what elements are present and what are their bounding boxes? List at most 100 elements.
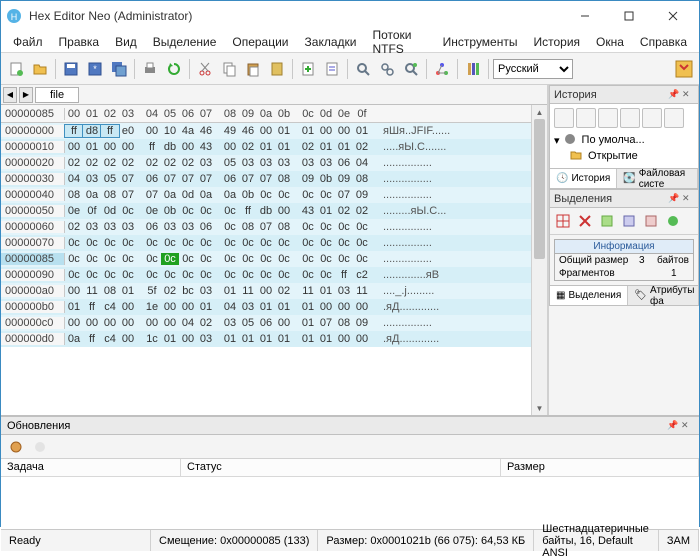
ascii-cell[interactable]: .яД............. xyxy=(383,301,439,313)
hex-byte[interactable]: bc xyxy=(179,285,197,297)
paste-button[interactable] xyxy=(242,58,264,80)
hex-byte[interactable]: 01 xyxy=(257,141,275,153)
hex-byte[interactable]: 06 xyxy=(143,221,161,233)
hex-byte[interactable]: 49 xyxy=(221,125,239,137)
goto-button[interactable] xyxy=(431,58,453,80)
hex-byte[interactable]: 02 xyxy=(179,157,197,169)
hex-byte[interactable]: 0c xyxy=(257,269,275,281)
hex-row[interactable]: 0000001000010000ffdb00430002010102010102… xyxy=(1,139,531,155)
hex-byte[interactable]: 0c xyxy=(83,269,101,281)
hex-byte[interactable]: 0c xyxy=(239,269,257,281)
hex-byte[interactable]: 09 xyxy=(299,173,317,185)
hex-byte[interactable]: 08 xyxy=(275,173,293,185)
hex-byte[interactable]: 0c xyxy=(101,237,119,249)
hex-byte[interactable]: 07 xyxy=(257,173,275,185)
hex-byte[interactable]: 02 xyxy=(119,157,137,169)
hex-byte[interactable]: 03 xyxy=(257,157,275,169)
menu-tools[interactable]: Инструменты xyxy=(435,33,526,51)
hex-byte[interactable]: 03 xyxy=(239,301,257,313)
hex-byte[interactable]: 00 xyxy=(257,125,275,137)
col-size[interactable]: Размер xyxy=(501,459,699,476)
hex-byte[interactable]: 02 xyxy=(239,141,257,153)
minimize-button[interactable] xyxy=(563,2,607,30)
hex-byte[interactable]: 01 xyxy=(299,125,317,137)
hex-byte[interactable]: 09 xyxy=(353,189,371,201)
hex-byte[interactable]: 00 xyxy=(101,317,119,329)
hex-byte[interactable]: 0c xyxy=(179,253,197,265)
history-node-default[interactable]: ▾ По умолча... xyxy=(554,132,694,148)
hex-byte[interactable]: 03 xyxy=(119,221,137,233)
hex-byte[interactable]: 06 xyxy=(143,173,161,185)
hex-byte[interactable]: 0c xyxy=(119,253,137,265)
hex-byte[interactable]: 03 xyxy=(335,285,353,297)
hex-byte[interactable]: 01 xyxy=(197,301,215,313)
hex-byte[interactable]: 02 xyxy=(353,141,371,153)
tab-file[interactable]: file xyxy=(35,87,79,103)
ascii-cell[interactable]: ................ xyxy=(383,189,432,201)
sel-tool-4[interactable] xyxy=(619,211,639,231)
hex-byte[interactable]: 11 xyxy=(353,285,371,297)
ascii-cell[interactable]: ................ xyxy=(383,253,432,265)
vertical-scrollbar[interactable]: ▲ ▼ xyxy=(531,105,547,415)
hex-byte[interactable]: 07 xyxy=(197,173,215,185)
hex-byte[interactable]: 0c xyxy=(197,253,215,265)
hex-byte[interactable]: 02 xyxy=(197,317,215,329)
hex-byte[interactable]: 00 xyxy=(65,285,83,297)
hex-byte[interactable]: 01 xyxy=(65,301,83,313)
tab-prev-button[interactable]: ◀ xyxy=(3,87,17,103)
hex-byte[interactable]: 0c xyxy=(119,205,137,217)
hex-byte[interactable]: 0c xyxy=(257,237,275,249)
hex-byte[interactable]: 03 xyxy=(83,221,101,233)
hex-byte[interactable]: 00 xyxy=(317,301,335,313)
hex-byte[interactable]: 03 xyxy=(83,173,101,185)
about-button[interactable] xyxy=(673,58,695,80)
menu-view[interactable]: Вид xyxy=(107,33,145,51)
history-tool-5[interactable] xyxy=(642,108,662,128)
hex-byte[interactable]: 01 xyxy=(317,285,335,297)
sel-grid-icon[interactable] xyxy=(553,211,573,231)
hex-byte[interactable]: 0c xyxy=(317,237,335,249)
hex-byte[interactable]: db xyxy=(161,141,179,153)
hex-byte[interactable]: 0c xyxy=(275,237,293,249)
hex-row[interactable]: 0000002002020202020202030503030303030604… xyxy=(1,155,531,171)
hex-byte[interactable]: 00 xyxy=(119,141,137,153)
hex-byte[interactable]: ff xyxy=(65,125,83,137)
hex-byte[interactable]: 00 xyxy=(143,317,161,329)
hex-byte[interactable]: 08 xyxy=(239,221,257,233)
hex-byte[interactable]: 00 xyxy=(161,301,179,313)
ascii-cell[interactable]: .........яЫ.C... xyxy=(383,205,446,217)
updates-refresh-button[interactable] xyxy=(5,436,27,458)
save-all-button[interactable] xyxy=(108,58,130,80)
hex-byte[interactable]: 01 xyxy=(257,301,275,313)
copy-button[interactable] xyxy=(218,58,240,80)
menu-edit[interactable]: Правка xyxy=(51,33,108,51)
hex-byte[interactable]: 00 xyxy=(101,141,119,153)
hex-byte[interactable]: 0b xyxy=(239,189,257,201)
selections-tab[interactable]: ▦Выделения xyxy=(550,286,628,305)
ascii-cell[interactable]: ..............яВ xyxy=(383,269,439,281)
sel-delete-icon[interactable] xyxy=(575,211,595,231)
hex-byte[interactable]: 00 xyxy=(353,333,371,345)
hex-byte[interactable]: 0c xyxy=(353,237,371,249)
hex-byte[interactable]: db xyxy=(257,205,275,217)
hex-byte[interactable]: 00 xyxy=(335,333,353,345)
hex-row[interactable]: 000000700c0c0c0c0c0c0c0c0c0c0c0c0c0c0c0c… xyxy=(1,235,531,251)
hex-byte[interactable]: 02 xyxy=(299,141,317,153)
hex-byte[interactable]: 0c xyxy=(119,237,137,249)
hex-byte[interactable]: 0a xyxy=(65,333,83,345)
hex-view[interactable]: 00000085 000102030405060708090a0b0c0d0e0… xyxy=(1,105,547,415)
hex-byte[interactable]: 00 xyxy=(83,317,101,329)
hex-row[interactable]: 00000030040305070607070706070708090b0908… xyxy=(1,171,531,187)
hex-byte[interactable]: 00 xyxy=(317,125,335,137)
menu-history[interactable]: История xyxy=(525,33,588,51)
hex-byte[interactable]: 0c xyxy=(197,269,215,281)
hex-byte[interactable]: 01 xyxy=(299,317,317,329)
hex-byte[interactable]: 08 xyxy=(101,285,119,297)
history-tool-1[interactable] xyxy=(554,108,574,128)
hex-byte[interactable]: 0c xyxy=(221,269,239,281)
hex-byte[interactable]: 07 xyxy=(161,173,179,185)
hex-byte[interactable]: 0c xyxy=(299,253,317,265)
hex-byte[interactable]: 01 xyxy=(299,333,317,345)
hex-row[interactable]: 000000d00affc4001c0100030101010101010000… xyxy=(1,331,531,347)
pin-icon[interactable]: 📌 xyxy=(667,420,679,432)
